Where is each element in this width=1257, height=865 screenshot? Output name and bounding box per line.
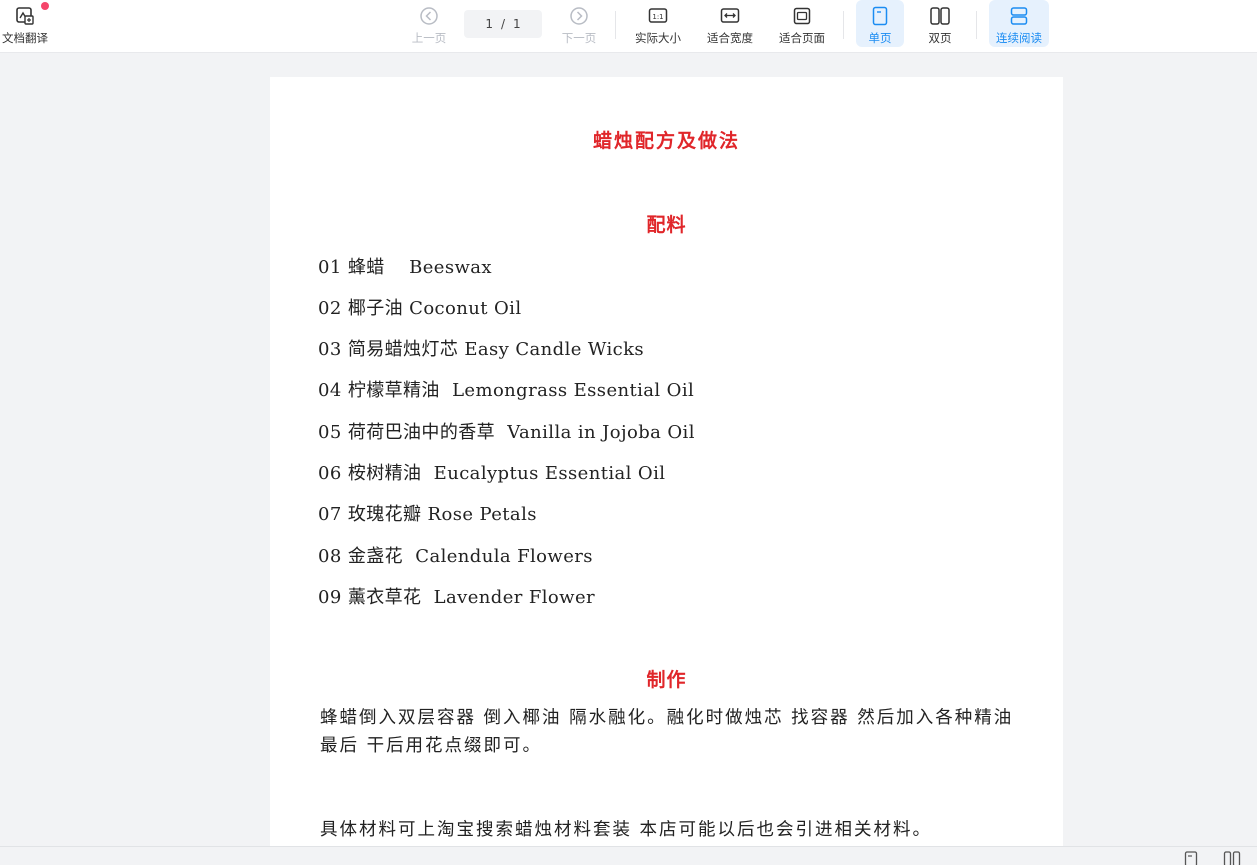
single-page-view-icon[interactable] [1184,851,1200,865]
single-page-button[interactable]: 单页 [856,0,904,47]
fit-width-button[interactable]: 适合宽度 [702,0,758,50]
method-paragraph: 蜂蜡倒入双层容器 倒入椰油 隔水融化。融化时做烛芯 找容器 然后加入各种精油 最… [320,708,1014,756]
toolbar-divider [976,11,977,39]
single-page-icon [869,5,891,27]
fit-page-label: 适合页面 [779,31,825,45]
next-page-label: 下一页 [561,31,597,45]
chevron-right-circle-icon [568,5,590,27]
fit-width-icon [719,5,741,27]
page-total: 1 [513,17,521,31]
translate-label: 文档翻译 [2,31,48,45]
prev-page-label: 上一页 [411,31,447,45]
fit-width-label: 适合宽度 [707,31,753,45]
double-page-view-icon[interactable] [1223,851,1241,865]
continuous-reading-button[interactable]: 连续阅读 [989,0,1049,47]
notification-dot [41,2,49,10]
next-page-button[interactable]: 下一页 [554,0,604,50]
double-page-button[interactable]: 双页 [916,0,964,50]
page-separator: / [500,17,506,31]
toolbar-divider [843,11,844,39]
ingredient-item: 03 简易蜡烛灯芯 Easy Candle Wicks [318,339,645,360]
document-title: 蜡烛配方及做法 [592,130,740,152]
double-page-icon [929,5,951,27]
fit-page-icon [791,5,813,27]
fit-page-button[interactable]: 适合页面 [774,0,830,50]
chevron-left-circle-icon [418,5,440,27]
ingredient-item: 04 柠檬草精油 Lemongrass Essential Oil [318,380,695,401]
actual-size-icon: 1:1 [647,5,669,27]
ingredient-item: 01 蜂蜡 Beeswax [318,257,492,278]
status-bar [0,846,1257,865]
translate-icon [14,5,36,27]
toolbar: 文档翻译 上一页 1 / 1 下一页 1:1 实际大小 适合宽度 适合页面 单页… [0,0,1257,53]
svg-text:1:1: 1:1 [652,13,663,21]
prev-page-button[interactable]: 上一页 [404,0,454,50]
ingredient-item: 02 椰子油 Coconut Oil [318,298,522,319]
actual-size-label: 实际大小 [635,31,681,45]
ingredients-heading: 配料 [646,214,687,236]
note-paragraph: 具体材料可上淘宝搜索蜡烛材料套装 本店可能以后也会引进相关材料。 [320,820,933,840]
ingredient-item: 05 荷荷巴油中的香草 Vanilla in Jojoba Oil [318,422,695,443]
double-page-label: 双页 [928,31,952,45]
toolbar-divider [615,11,616,39]
ingredient-item: 09 薰衣草花 Lavender Flower [318,587,596,608]
page-current: 1 [485,17,493,31]
ingredient-item: 06 桉树精油 Eucalyptus Essential Oil [318,463,666,484]
page-number-input[interactable]: 1 / 1 [464,10,542,38]
continuous-reading-label: 连续阅读 [996,31,1042,45]
actual-size-button[interactable]: 1:1 实际大小 [630,0,686,50]
method-heading: 制作 [646,669,687,691]
ingredient-item: 07 玫瑰花瓣 Rose Petals [318,504,537,525]
single-page-label: 单页 [868,31,892,45]
continuous-reading-icon [1008,5,1030,27]
ingredient-item: 08 金盏花 Calendula Flowers [318,546,593,567]
document-page: 蜡烛配方及做法 配料 01 蜂蜡 Beeswax 02 椰子油 Coconut … [270,77,1063,865]
